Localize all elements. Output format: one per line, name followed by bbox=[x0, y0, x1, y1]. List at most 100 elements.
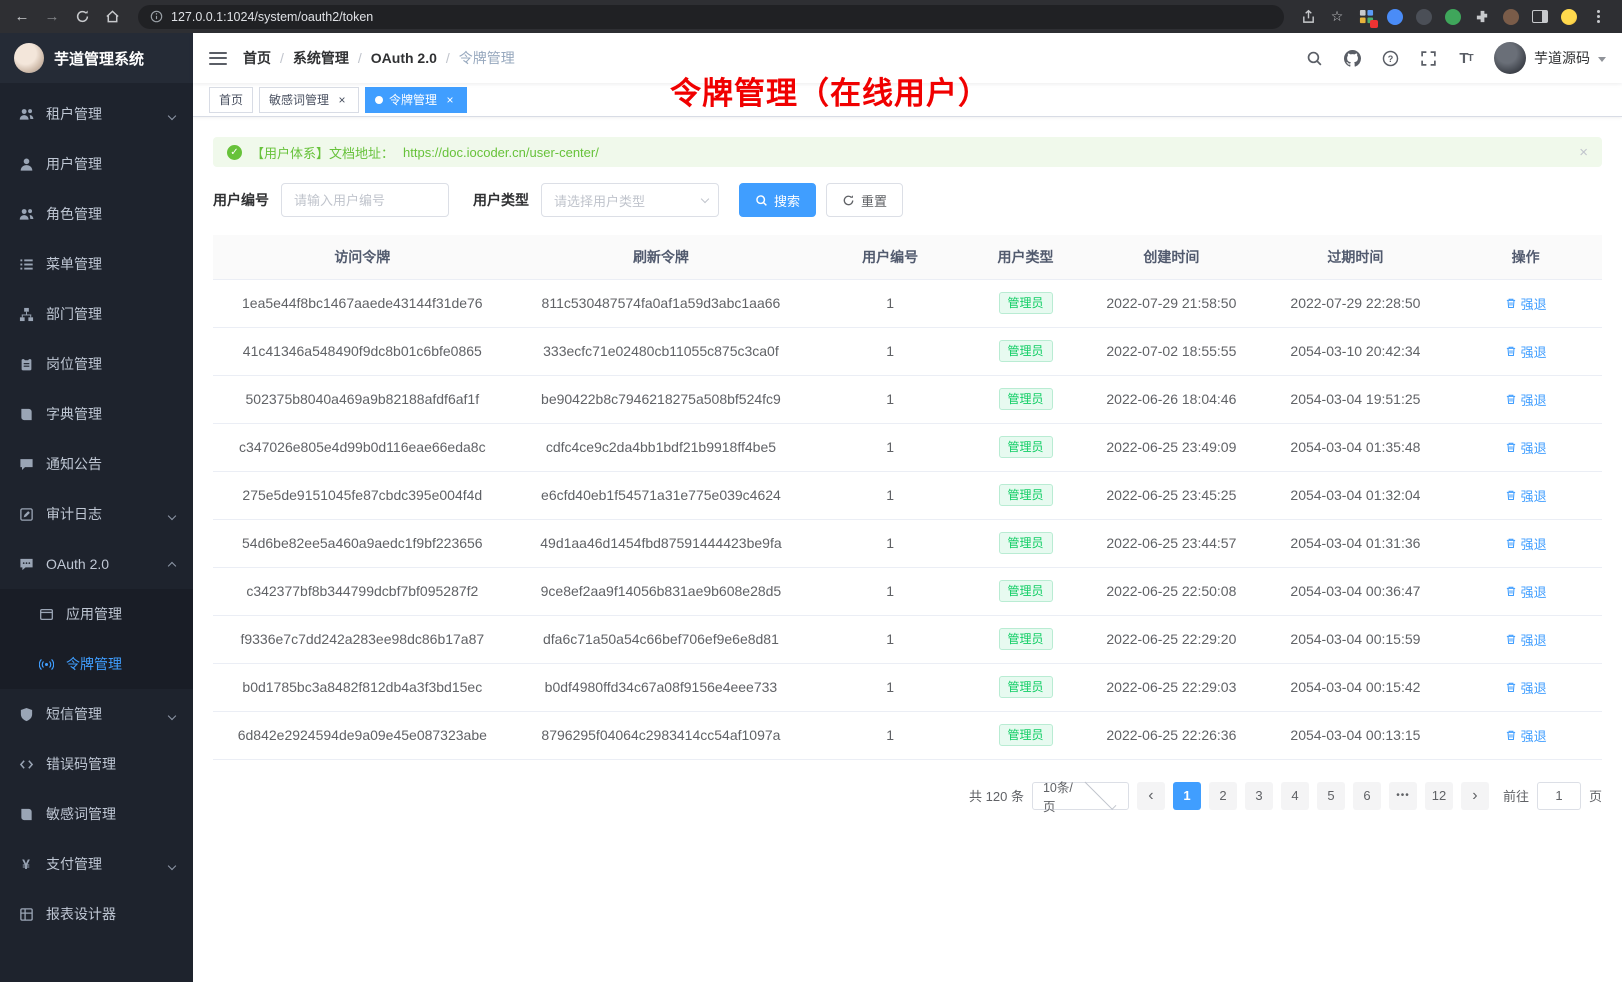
cell-refresh-token: 49d1aa46d1454fbd87591444423be9fa bbox=[512, 519, 811, 567]
page-button-12[interactable]: 12 bbox=[1425, 782, 1453, 810]
cell-user-id: 1 bbox=[810, 519, 970, 567]
page-button-6[interactable]: 6 bbox=[1353, 782, 1381, 810]
page-button-5[interactable]: 5 bbox=[1317, 782, 1345, 810]
sidebar-item-report-designer[interactable]: 报表设计器 bbox=[0, 889, 193, 939]
share-icon[interactable] bbox=[1298, 7, 1318, 27]
tab-sensitive-word[interactable]: 敏感词管理 × bbox=[259, 87, 359, 113]
cell-refresh-token: b0df4980ffd34c67a08f9156e4eee733 bbox=[512, 663, 811, 711]
force-logout-button[interactable]: 强退 bbox=[1505, 630, 1547, 649]
force-logout-button[interactable]: 强退 bbox=[1505, 294, 1547, 313]
table-row: c342377bf8b344799dcbf7bf095287f2 9ce8ef2… bbox=[213, 567, 1602, 615]
table-row: 6d842e2924594de9a09e45e087323abe 8796295… bbox=[213, 711, 1602, 759]
force-logout-button[interactable]: 强退 bbox=[1505, 534, 1547, 553]
sidebar-item-error-code[interactable]: 错误码管理 bbox=[0, 739, 193, 789]
force-logout-button[interactable]: 强退 bbox=[1505, 486, 1547, 505]
report-grid-icon bbox=[18, 906, 34, 922]
browser-extension-dark-icon[interactable] bbox=[1414, 7, 1434, 27]
sidebar-item-oauth2-token[interactable]: 令牌管理 bbox=[0, 639, 193, 689]
sidebar-item-oauth2[interactable]: OAuth 2.0 bbox=[0, 539, 193, 589]
sidebar-item-post[interactable]: 岗位管理 bbox=[0, 339, 193, 389]
cell-user-id: 1 bbox=[810, 711, 970, 759]
back-button[interactable]: ← bbox=[10, 5, 34, 29]
github-icon[interactable] bbox=[1342, 48, 1362, 68]
user-id-input[interactable] bbox=[281, 183, 449, 217]
user-name: 芋道源码 bbox=[1534, 48, 1590, 68]
code-icon bbox=[18, 756, 34, 772]
tab-token[interactable]: 令牌管理 × bbox=[365, 87, 467, 113]
breadcrumb-oauth2[interactable]: OAuth 2.0 bbox=[371, 50, 437, 66]
force-logout-button[interactable]: 强退 bbox=[1505, 390, 1547, 409]
force-logout-button[interactable]: 强退 bbox=[1505, 438, 1547, 457]
doc-link[interactable]: https://doc.iocoder.cn/user-center/ bbox=[403, 145, 599, 160]
delete-icon bbox=[1505, 633, 1517, 645]
sidebar-item-user[interactable]: 用户管理 bbox=[0, 139, 193, 189]
browser-extension-blue-icon[interactable] bbox=[1385, 7, 1405, 27]
sidebar-item-pay[interactable]: ¥ 支付管理 bbox=[0, 839, 193, 889]
top-navbar: 首页 / 系统管理 / OAuth 2.0 / 令牌管理 ? bbox=[193, 33, 1622, 83]
sidebar-item-menu[interactable]: 菜单管理 bbox=[0, 239, 193, 289]
goto-page-input[interactable] bbox=[1537, 782, 1581, 810]
reload-button[interactable] bbox=[70, 5, 94, 29]
search-form: 用户编号 用户类型 请选择用户类型 搜索 重置 bbox=[213, 183, 1602, 217]
page-button-4[interactable]: 4 bbox=[1281, 782, 1309, 810]
profile-avatar-icon[interactable] bbox=[1559, 7, 1579, 27]
yen-icon: ¥ bbox=[18, 856, 34, 872]
home-button[interactable] bbox=[100, 5, 124, 29]
sidebar-item-oauth2-app[interactable]: 应用管理 bbox=[0, 589, 193, 639]
close-icon[interactable]: × bbox=[443, 93, 457, 107]
sidebar-item-notice[interactable]: 通知公告 bbox=[0, 439, 193, 489]
people-icon bbox=[18, 206, 34, 222]
bookmark-star-icon[interactable]: ☆ bbox=[1327, 7, 1347, 27]
prev-page-button[interactable]: ‹ bbox=[1137, 782, 1165, 810]
sidebar-item-tenant[interactable]: 租户管理 bbox=[0, 89, 193, 139]
help-icon[interactable]: ? bbox=[1380, 48, 1400, 68]
search-button[interactable]: 搜索 bbox=[739, 183, 816, 217]
fullscreen-icon[interactable] bbox=[1418, 48, 1438, 68]
sidebar-menu: 租户管理 用户管理 角色管理 菜单管理 部门管理 岗位管理 bbox=[0, 83, 193, 939]
sidebar-item-audit-log[interactable]: 审计日志 bbox=[0, 489, 193, 539]
hamburger-icon[interactable] bbox=[209, 48, 227, 68]
more-pages-button[interactable]: ••• bbox=[1389, 782, 1417, 810]
tab-home[interactable]: 首页 bbox=[209, 87, 253, 113]
font-size-icon[interactable]: TT bbox=[1456, 48, 1476, 68]
address-bar[interactable]: 127.0.0.1:1024/system/oauth2/token bbox=[138, 5, 1284, 29]
delete-icon bbox=[1505, 441, 1517, 453]
browser-menu-icon[interactable] bbox=[1588, 7, 1608, 27]
sidebar-item-sms[interactable]: 短信管理 bbox=[0, 689, 193, 739]
browser-extension-green-icon[interactable] bbox=[1443, 7, 1463, 27]
forward-button[interactable]: → bbox=[40, 5, 64, 29]
search-icon[interactable] bbox=[1304, 48, 1324, 68]
cell-access-token: 1ea5e44f8bc1467aaede43144f31de76 bbox=[213, 279, 512, 327]
site-info-icon[interactable] bbox=[150, 10, 163, 23]
cell-created-time: 2022-06-25 22:29:20 bbox=[1081, 615, 1262, 663]
doc-alert: ✓ 【用户体系】文档地址： https://doc.iocoder.cn/use… bbox=[213, 137, 1602, 167]
close-icon[interactable]: × bbox=[1579, 144, 1588, 161]
extension-updates-icon[interactable] bbox=[1356, 7, 1376, 27]
sidebar-item-sensitive-word[interactable]: 敏感词管理 bbox=[0, 789, 193, 839]
page-button-3[interactable]: 3 bbox=[1245, 782, 1273, 810]
app-title: 芋道管理系统 bbox=[54, 48, 144, 69]
app-logo[interactable]: 芋道管理系统 bbox=[0, 33, 193, 83]
page-size-select[interactable]: 10条/页 bbox=[1032, 782, 1129, 810]
user-menu[interactable]: 芋道源码 bbox=[1494, 42, 1606, 74]
user-type-select[interactable]: 请选择用户类型 bbox=[541, 183, 719, 217]
browser-extension-paw-icon[interactable] bbox=[1501, 7, 1521, 27]
force-logout-button[interactable]: 强退 bbox=[1505, 582, 1547, 601]
sidebar-item-dict[interactable]: 字典管理 bbox=[0, 389, 193, 439]
close-icon[interactable]: × bbox=[335, 93, 349, 107]
breadcrumb-system[interactable]: 系统管理 bbox=[293, 48, 349, 68]
extensions-puzzle-icon[interactable] bbox=[1472, 7, 1492, 27]
sidebar-item-role[interactable]: 角色管理 bbox=[0, 189, 193, 239]
side-panel-icon[interactable] bbox=[1530, 7, 1550, 27]
page-button-1[interactable]: 1 bbox=[1173, 782, 1201, 810]
force-logout-button[interactable]: 强退 bbox=[1505, 726, 1547, 745]
reset-button[interactable]: 重置 bbox=[826, 183, 903, 217]
badge-icon bbox=[18, 356, 34, 372]
user-type-tag: 管理员 bbox=[999, 436, 1053, 458]
page-button-2[interactable]: 2 bbox=[1209, 782, 1237, 810]
next-page-button[interactable]: › bbox=[1461, 782, 1489, 810]
force-logout-button[interactable]: 强退 bbox=[1505, 342, 1547, 361]
breadcrumb-home[interactable]: 首页 bbox=[243, 48, 271, 68]
force-logout-button[interactable]: 强退 bbox=[1505, 678, 1547, 697]
sidebar-item-dept[interactable]: 部门管理 bbox=[0, 289, 193, 339]
